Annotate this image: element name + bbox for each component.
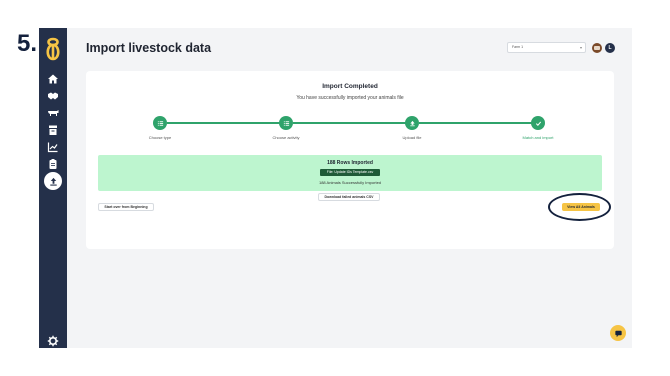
step-number-annotation: 5.	[17, 30, 38, 57]
step-3-circle	[405, 116, 419, 130]
import-subheading: You have successfully imported your anim…	[296, 95, 404, 101]
gear-icon[interactable]	[46, 334, 60, 348]
handshake-icon[interactable]	[46, 89, 60, 103]
chart-icon[interactable]	[46, 140, 60, 154]
app-logo[interactable]	[43, 36, 63, 62]
step-3-label: Upload file	[402, 135, 422, 140]
progress-line	[419, 122, 532, 124]
main-content: Import livestock data Farm 1 ▾ L Import …	[67, 28, 632, 348]
upload-icon[interactable]	[44, 172, 62, 190]
check-icon	[535, 121, 541, 126]
success-message: 188 Animals Successfully Imported	[318, 180, 382, 185]
page-title: Import livestock data	[86, 41, 212, 55]
step-2-label: Choose activity	[272, 135, 300, 140]
list-icon	[283, 120, 289, 126]
step-4-circle	[531, 116, 545, 130]
progress-line	[167, 122, 280, 124]
chat-button[interactable]	[610, 325, 626, 341]
file-name-badge: File: Update IDs Template.csv	[320, 169, 380, 176]
clipboard-icon[interactable]	[46, 157, 60, 171]
start-over-button[interactable]: Start over from Beginning	[98, 203, 154, 211]
rows-imported-text: 188 Rows Imported	[327, 160, 373, 166]
import-result-banner: 188 Rows Imported File: Update IDs Templ…	[98, 155, 602, 191]
avatar[interactable]	[592, 43, 602, 53]
cow-icon[interactable]	[46, 106, 60, 120]
list-icon	[157, 120, 163, 126]
avatar-image	[594, 46, 600, 50]
import-card: Import Completed You have successfully i…	[86, 71, 614, 249]
progress-line	[293, 122, 406, 124]
chevron-down-icon: ▾	[579, 45, 582, 50]
archive-icon[interactable]	[46, 123, 60, 137]
user-menu-button[interactable]: L	[605, 43, 615, 53]
chat-icon	[614, 330, 622, 337]
step-1-label: Choose type	[148, 135, 172, 140]
download-failed-button[interactable]: Download failed animals CSV	[318, 193, 380, 201]
farm-select-value: Farm 1	[512, 45, 524, 49]
step-1-circle	[153, 116, 167, 130]
import-heading: Import Completed	[322, 83, 378, 90]
farm-select[interactable]: Farm 1 ▾	[507, 42, 586, 53]
highlight-annotation	[548, 193, 611, 221]
upload-icon	[409, 120, 415, 126]
step-4-label: Match and import	[522, 135, 554, 140]
sidebar	[39, 28, 67, 348]
step-2-circle	[279, 116, 293, 130]
home-icon[interactable]	[46, 72, 60, 86]
